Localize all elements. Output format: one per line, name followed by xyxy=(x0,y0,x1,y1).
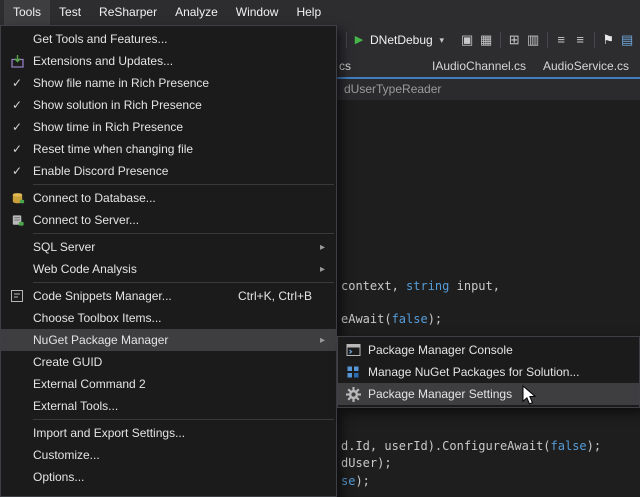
code-line: eAwait(false); xyxy=(341,312,442,326)
menu-separator xyxy=(33,282,334,283)
menu-item-get-tools-and-features[interactable]: Get Tools and Features... xyxy=(1,28,336,50)
menu-item-web-code-analysis[interactable]: Web Code Analysis ▸ xyxy=(1,258,336,280)
tab-audioservice[interactable]: AudioService.cs xyxy=(543,55,629,77)
menu-item-options[interactable]: Options... xyxy=(1,466,336,488)
sorted-list-icon[interactable]: ≡ xyxy=(571,25,590,55)
submenu-arrow-icon: ▸ xyxy=(320,242,336,253)
database-icon xyxy=(10,191,25,206)
checkmark-icon: ✓ xyxy=(12,98,22,112)
grid-icon[interactable]: ▦ xyxy=(477,25,496,55)
submenu-item-package-manager-settings[interactable]: Package Manager Settings xyxy=(338,383,639,405)
split-panes-icon[interactable]: ▥ xyxy=(524,25,543,55)
run-icon[interactable]: ▶ xyxy=(351,25,367,55)
menu-separator xyxy=(33,233,334,234)
code-line: se); xyxy=(341,474,370,488)
menu-item-show-time[interactable]: ✓ Show time in Rich Presence xyxy=(1,116,336,138)
menu-analyze[interactable]: Analyze xyxy=(166,0,227,25)
packages-icon xyxy=(346,365,360,379)
toolbar-separator xyxy=(346,32,347,48)
menu-item-import-export-settings[interactable]: Import and Export Settings... xyxy=(1,422,336,444)
submenu-arrow-icon: ▸ xyxy=(320,335,336,346)
menu-item-code-snippets-manager[interactable]: Code Snippets Manager... Ctrl+K, Ctrl+B xyxy=(1,285,336,307)
attach-icon[interactable]: ▣ xyxy=(458,25,477,55)
checkmark-icon: ✓ xyxy=(12,120,22,134)
menu-item-extensions-and-updates[interactable]: Extensions and Updates... xyxy=(1,50,336,72)
console-icon xyxy=(346,343,361,357)
menu-item-connect-to-database[interactable]: Connect to Database... xyxy=(1,187,336,209)
menu-window[interactable]: Window xyxy=(227,0,288,25)
menu-item-choose-toolbox-items[interactable]: Choose Toolbox Items... xyxy=(1,307,336,329)
menu-separator xyxy=(33,184,334,185)
menu-item-enable-discord-presence[interactable]: ✓ Enable Discord Presence xyxy=(1,160,336,182)
menu-resharper[interactable]: ReSharper xyxy=(90,0,166,25)
menu-item-create-guid[interactable]: Create GUID xyxy=(1,351,336,373)
toolbar-separator xyxy=(547,32,548,48)
menu-item-show-file-name[interactable]: ✓ Show file name in Rich Presence xyxy=(1,72,336,94)
menu-item-sql-server[interactable]: SQL Server ▸ xyxy=(1,236,336,258)
menu-separator xyxy=(33,419,334,420)
menu-item-external-tools[interactable]: External Tools... xyxy=(1,395,336,417)
checkmark-icon: ✓ xyxy=(12,76,22,90)
toolbar-separator xyxy=(500,32,501,48)
submenu-arrow-icon: ▸ xyxy=(320,264,336,275)
menu-item-external-command-2[interactable]: External Command 2 xyxy=(1,373,336,395)
shortcut-label: Ctrl+K, Ctrl+B xyxy=(238,289,320,303)
chevron-down-icon[interactable]: ▾ xyxy=(436,25,448,55)
menu-item-reset-time[interactable]: ✓ Reset time when changing file xyxy=(1,138,336,160)
debug-target-selector[interactable]: DNetDebug xyxy=(370,33,433,47)
tab-iaudiochannel[interactable]: IAudioChannel.cs xyxy=(432,55,526,77)
extensions-icon xyxy=(10,54,25,69)
menu-bar: Tools Test ReSharper Analyze Window Help xyxy=(0,0,640,25)
snippets-icon xyxy=(10,289,24,303)
code-line: context, string input, xyxy=(341,279,500,293)
open-icon[interactable]: ⊞ xyxy=(505,25,524,55)
menu-item-show-solution[interactable]: ✓ Show solution in Rich Presence xyxy=(1,94,336,116)
bookmark-icon[interactable]: ⚑ xyxy=(599,25,618,55)
nuget-submenu: Package Manager Console Manage NuGet Pac… xyxy=(337,336,640,408)
menu-item-customize[interactable]: Customize... xyxy=(1,444,336,466)
toolbar-separator xyxy=(594,32,595,48)
tab-partial[interactable]: cs xyxy=(339,55,351,77)
code-line: dUser); xyxy=(341,456,392,470)
breadcrumb[interactable]: dUserTypeReader xyxy=(344,79,441,100)
menu-help[interactable]: Help xyxy=(287,0,330,25)
submenu-item-manage-nuget-packages[interactable]: Manage NuGet Packages for Solution... xyxy=(338,361,639,383)
gear-icon xyxy=(346,387,361,402)
checkmark-icon: ✓ xyxy=(12,142,22,156)
outline-icon[interactable]: ▤ xyxy=(618,25,637,55)
visual-studio-window: Tools Test ReSharper Analyze Window Help… xyxy=(0,0,640,497)
menu-tools[interactable]: Tools xyxy=(4,0,50,25)
server-icon xyxy=(10,213,25,228)
menu-item-nuget-package-manager[interactable]: NuGet Package Manager ▸ xyxy=(1,329,336,351)
tools-menu: Get Tools and Features... Extensions and… xyxy=(0,25,337,497)
checkmark-icon: ✓ xyxy=(12,164,22,178)
submenu-item-package-manager-console[interactable]: Package Manager Console xyxy=(338,339,639,361)
menu-test[interactable]: Test xyxy=(50,0,90,25)
list-icon[interactable]: ≡ xyxy=(552,25,571,55)
code-line: d.Id, userId).ConfigureAwait(false); xyxy=(341,439,601,453)
menu-item-connect-to-server[interactable]: Connect to Server... xyxy=(1,209,336,231)
mouse-cursor xyxy=(522,385,537,406)
